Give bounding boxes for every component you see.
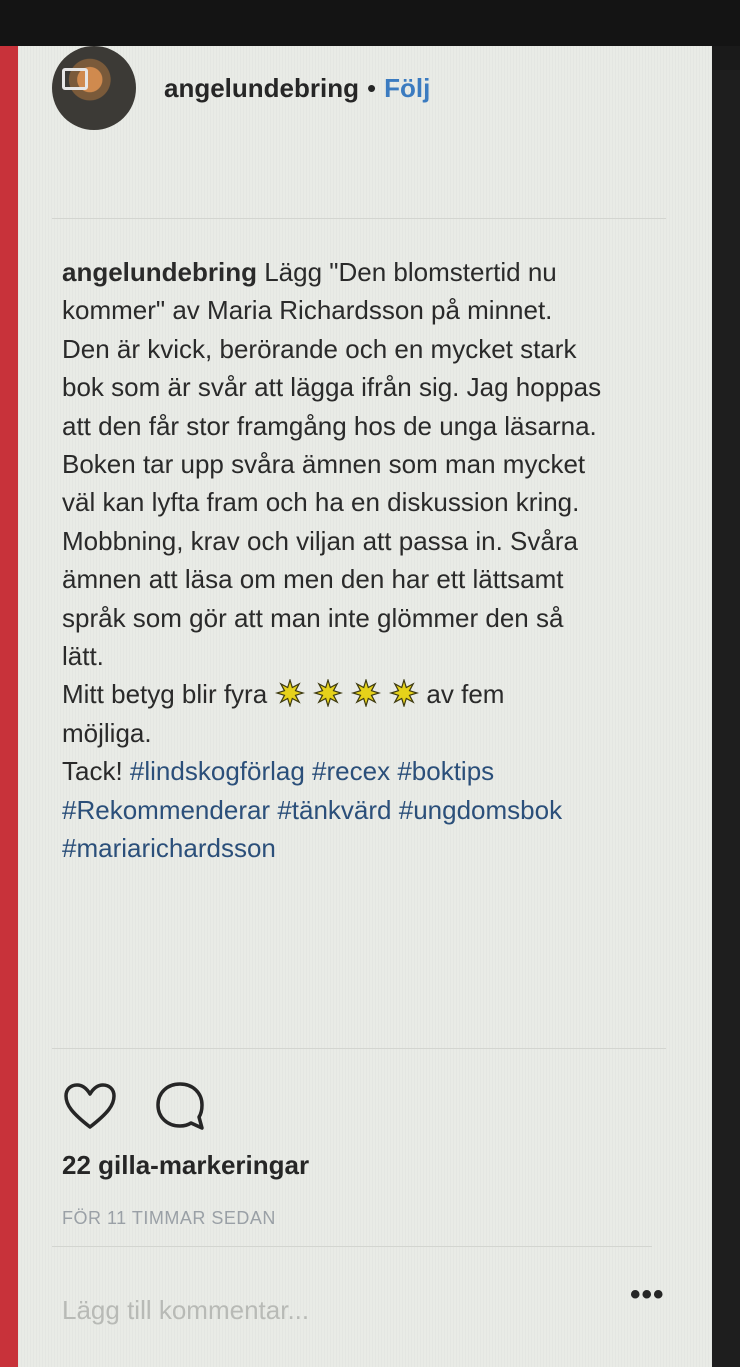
caption-text: Lägg "Den blomstertid nu kommer" av Mari…	[62, 257, 602, 672]
post-timestamp[interactable]: FÖR 11 TIMMAR SEDAN	[62, 1208, 276, 1229]
hashtag-link[interactable]: #ungdomsbok	[399, 795, 562, 825]
more-options-button[interactable]: •••	[630, 1278, 665, 1312]
post-caption: angelundebring Lägg "Den blomstertid nu …	[62, 253, 682, 868]
hashtag-link[interactable]: #mariarichardsson	[62, 833, 276, 863]
hashtag-link[interactable]: #boktips	[397, 756, 494, 786]
hashtag-link[interactable]: #recex	[312, 756, 390, 786]
hashtag-link[interactable]: #tänkvärd	[277, 795, 391, 825]
comment-button[interactable]	[152, 1078, 208, 1134]
header-divider	[52, 218, 666, 219]
hashtag-link[interactable]: #Rekommenderar	[62, 795, 270, 825]
monitor-bezel-right	[710, 70, 740, 1367]
comment-divider	[52, 1246, 652, 1247]
separator-dot: •	[367, 72, 377, 103]
post-header: angelundebring • Följ	[52, 46, 652, 130]
star-emoji-icon	[312, 679, 344, 708]
hashtag-link[interactable]: #lindskogförlag	[130, 756, 305, 786]
star-emoji-icon	[274, 679, 306, 708]
post-username[interactable]: angelundebring	[164, 73, 359, 104]
star-emoji-icon	[350, 679, 382, 708]
likes-count[interactable]: 22 gilla-markeringar	[62, 1150, 309, 1181]
caption-username[interactable]: angelundebring	[62, 257, 257, 287]
actions-divider	[52, 1048, 666, 1049]
like-button[interactable]	[62, 1078, 118, 1134]
star-emoji-icon	[388, 679, 420, 708]
follow-button[interactable]: Följ	[384, 73, 430, 104]
action-bar	[62, 1078, 242, 1134]
avatar[interactable]	[52, 46, 136, 130]
rating-stars	[274, 679, 426, 709]
comment-bubble-icon	[156, 1082, 204, 1130]
monitor-bezel-top	[0, 0, 740, 46]
background-strip	[0, 46, 20, 1367]
rating-prefix: Mitt betyg blir fyra	[62, 679, 275, 710]
thanks-text: Tack!	[62, 756, 130, 787]
avatar-photo-detail	[62, 68, 88, 90]
heart-icon	[64, 1083, 116, 1129]
add-comment-input[interactable]	[62, 1290, 602, 1330]
